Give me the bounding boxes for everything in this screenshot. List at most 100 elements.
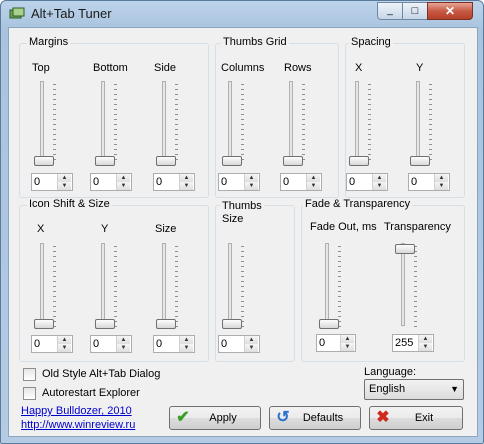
thumbs-grid-group-title: Thumbs Grid xyxy=(221,36,289,48)
spin-down-icon[interactable]: ▼ xyxy=(180,344,193,352)
thumbs-size-slider-thumb[interactable] xyxy=(222,319,242,329)
spin-up-icon[interactable]: ▲ xyxy=(180,174,193,182)
spin-down-icon[interactable]: ▼ xyxy=(419,343,432,351)
spin-down-icon[interactable]: ▼ xyxy=(180,182,193,190)
spin-down-icon[interactable]: ▼ xyxy=(435,182,448,190)
transparency-slider[interactable] xyxy=(401,243,405,326)
thumbs-grid-rows-slider-thumb[interactable] xyxy=(283,156,303,166)
fade-out-spinner[interactable]: 0 ▲ ▼ xyxy=(316,334,356,352)
spin-down-icon[interactable]: ▼ xyxy=(117,344,130,352)
spinner-value[interactable]: 0 xyxy=(34,338,40,350)
old-style-checkbox[interactable] xyxy=(23,368,36,381)
exit-button[interactable]: ✖ Exit xyxy=(369,406,463,430)
icon-shift-x-slider[interactable] xyxy=(40,243,44,326)
spacing-y-slider[interactable] xyxy=(416,81,420,162)
spin-down-icon[interactable]: ▼ xyxy=(58,344,71,352)
spacing-x-slider[interactable] xyxy=(355,81,359,162)
defaults-button[interactable]: ↺ Defaults xyxy=(269,406,361,430)
minimize-button[interactable]: _ xyxy=(377,2,403,20)
spacing-x-spinner[interactable]: 0 ▲ ▼ xyxy=(346,173,388,191)
spinner-value[interactable]: 0 xyxy=(221,338,227,350)
margins-side-slider-thumb[interactable] xyxy=(156,156,176,166)
spinner-value[interactable]: 0 xyxy=(93,338,99,350)
margins-top-slider[interactable] xyxy=(40,81,44,162)
transparency-spinner[interactable]: 255 ▲ ▼ xyxy=(392,334,434,352)
spinner-value[interactable]: 0 xyxy=(221,176,227,188)
margins-side-slider[interactable] xyxy=(162,81,166,162)
icon-shift-y-spinner[interactable]: 0 ▲ ▼ xyxy=(90,335,132,353)
icon-shift-x-spinner[interactable]: 0 ▲ ▼ xyxy=(31,335,73,353)
spin-up-icon[interactable]: ▲ xyxy=(180,336,193,344)
spin-down-icon[interactable]: ▼ xyxy=(373,182,386,190)
thumbs-grid-columns-spinner[interactable]: 0 ▲ ▼ xyxy=(218,173,260,191)
icon-shift-size-ticks xyxy=(175,246,178,328)
icon-shift-y-label: Y xyxy=(101,223,109,235)
author-link[interactable]: Happy Bulldozer, 2010 xyxy=(21,405,132,417)
spinner-value[interactable]: 255 xyxy=(395,337,413,349)
spin-up-icon[interactable]: ▲ xyxy=(58,174,71,182)
spin-up-icon[interactable]: ▲ xyxy=(435,174,448,182)
margins-bottom-spinner[interactable]: 0 ▲ ▼ xyxy=(90,173,132,191)
margins-side-spinner[interactable]: 0 ▲ ▼ xyxy=(153,173,195,191)
spin-down-icon[interactable]: ▼ xyxy=(117,182,130,190)
thumbs-grid-columns-slider[interactable] xyxy=(228,81,232,162)
margins-bottom-label: Bottom xyxy=(93,62,128,74)
spinner-value[interactable]: 0 xyxy=(156,176,162,188)
spin-up-icon[interactable]: ▲ xyxy=(373,174,386,182)
margins-bottom-slider-thumb[interactable] xyxy=(95,156,115,166)
maximize-button[interactable]: □ xyxy=(402,2,428,20)
thumbs-size-spinner[interactable]: 0 ▲ ▼ xyxy=(218,335,260,353)
spacing-y-spinner[interactable]: 0 ▲ ▼ xyxy=(408,173,450,191)
autorestart-checkbox[interactable] xyxy=(23,387,36,400)
spinner-value[interactable]: 0 xyxy=(93,176,99,188)
spin-up-icon[interactable]: ▲ xyxy=(341,335,354,343)
thumbs-size-slider[interactable] xyxy=(228,243,232,326)
icon-shift-y-slider[interactable] xyxy=(101,243,105,326)
spin-down-icon[interactable]: ▼ xyxy=(245,344,258,352)
spinner-value[interactable]: 0 xyxy=(349,176,355,188)
spin-up-icon[interactable]: ▲ xyxy=(245,336,258,344)
icon-shift-x-slider-thumb[interactable] xyxy=(34,319,54,329)
spinner-value[interactable]: 0 xyxy=(411,176,417,188)
close-button[interactable]: ✕ xyxy=(427,2,473,20)
thumbs-grid-columns-slider-thumb[interactable] xyxy=(222,156,242,166)
apply-button-label: Apply xyxy=(209,412,237,424)
spinner-value[interactable]: 0 xyxy=(283,176,289,188)
icon-shift-x-ticks xyxy=(53,246,56,328)
apply-button[interactable]: ✔ Apply xyxy=(169,406,261,430)
spin-down-icon[interactable]: ▼ xyxy=(341,343,354,351)
icon-shift-y-slider-thumb[interactable] xyxy=(95,319,115,329)
autorestart-label[interactable]: Autorestart Explorer xyxy=(42,387,140,399)
spinner-value[interactable]: 0 xyxy=(156,338,162,350)
thumbs-grid-rows-spinner[interactable]: 0 ▲ ▼ xyxy=(280,173,322,191)
icon-shift-size-slider-thumb[interactable] xyxy=(156,319,176,329)
spacing-x-slider-thumb[interactable] xyxy=(349,156,369,166)
spin-down-icon[interactable]: ▼ xyxy=(58,182,71,190)
thumbs-grid-columns-label: Columns xyxy=(221,62,265,74)
spin-up-icon[interactable]: ▲ xyxy=(117,174,130,182)
fade-out-slider-thumb[interactable] xyxy=(319,319,339,329)
spin-down-icon[interactable]: ▼ xyxy=(307,182,320,190)
spinner-value[interactable]: 0 xyxy=(34,176,40,188)
old-style-label[interactable]: Old Style Alt+Tab Dialog xyxy=(42,368,160,380)
margins-bottom-slider[interactable] xyxy=(101,81,105,162)
title-bar[interactable]: Alt+Tab Tuner _ □ ✕ xyxy=(1,1,483,27)
margins-top-slider-thumb[interactable] xyxy=(34,156,54,166)
icon-shift-size-spinner[interactable]: 0 ▲ ▼ xyxy=(153,335,195,353)
spin-up-icon[interactable]: ▲ xyxy=(117,336,130,344)
spacing-y-slider-thumb[interactable] xyxy=(410,156,430,166)
icon-shift-size-slider[interactable] xyxy=(162,243,166,326)
fade-out-slider[interactable] xyxy=(325,243,329,326)
transparency-label: Transparency xyxy=(384,221,451,233)
spin-up-icon[interactable]: ▲ xyxy=(419,335,432,343)
spin-up-icon[interactable]: ▲ xyxy=(245,174,258,182)
margins-top-spinner[interactable]: 0 ▲ ▼ xyxy=(31,173,73,191)
language-select[interactable]: English ▼ xyxy=(364,379,464,400)
thumbs-grid-rows-slider[interactable] xyxy=(289,81,293,162)
spin-up-icon[interactable]: ▲ xyxy=(307,174,320,182)
spinner-value[interactable]: 0 xyxy=(319,337,325,349)
transparency-slider-thumb[interactable] xyxy=(395,244,415,254)
website-link[interactable]: http://www.winreview.ru xyxy=(21,419,135,431)
spin-down-icon[interactable]: ▼ xyxy=(245,182,258,190)
spin-up-icon[interactable]: ▲ xyxy=(58,336,71,344)
